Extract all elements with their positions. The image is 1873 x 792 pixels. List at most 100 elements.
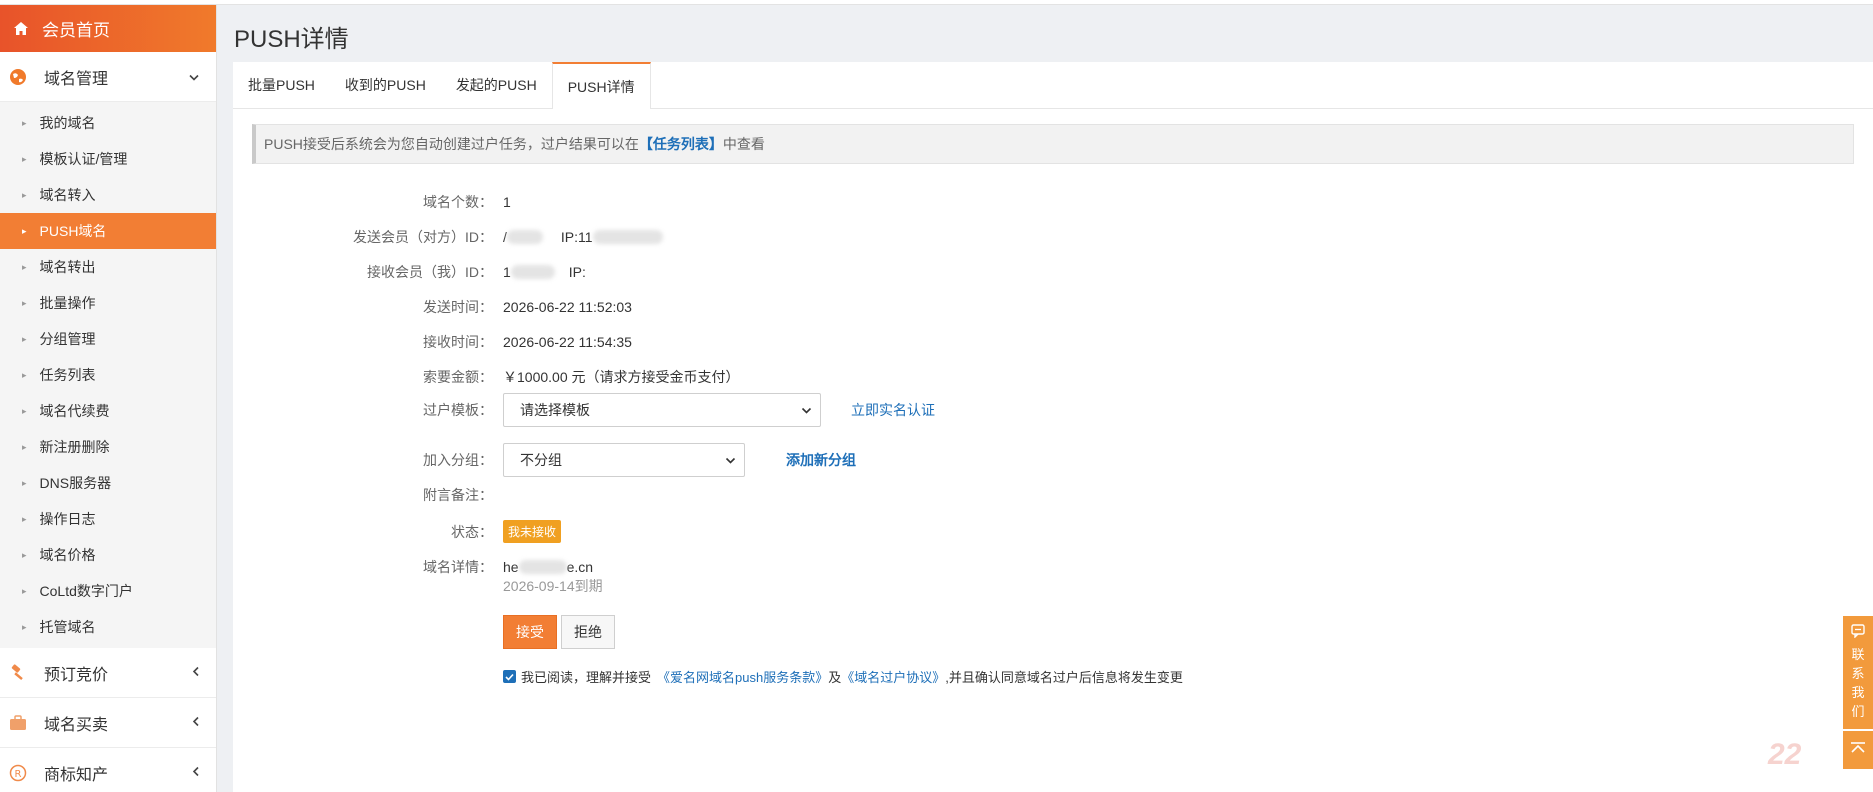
- sidebar-item-label: 批量操作: [39, 295, 96, 311]
- sidebar-item-new-delete[interactable]: ▸ 新注册删除: [0, 429, 216, 465]
- notice-text: PUSH接受后系统会为您自动创建过户任务，过户结果可以在: [264, 136, 639, 152]
- field-label: 接收时间：: [423, 334, 493, 350]
- status-badge: 我未接收: [503, 520, 562, 543]
- sidebar-home[interactable]: 会员首页: [0, 5, 216, 52]
- back-to-top-button[interactable]: [1843, 731, 1873, 769]
- row-remark: 附言备注：: [233, 485, 1873, 505]
- sidebar-item-label: 域名代续费: [39, 403, 110, 419]
- tab-received-push[interactable]: 收到的PUSH: [330, 62, 441, 108]
- sidebar-item-label: 域名转出: [39, 259, 96, 275]
- row-sender: 发送会员（对方）ID： / IP:11: [233, 227, 1873, 247]
- tab-push-detail[interactable]: PUSH详情: [551, 62, 651, 109]
- group-select[interactable]: 不分组: [503, 443, 745, 477]
- redacted-mask: [592, 230, 663, 244]
- caret-right-icon: ▸: [22, 621, 27, 632]
- chevron-down-icon: [188, 69, 200, 84]
- row-send-time: 发送时间： 2026-06-22 11:52:03: [233, 297, 1873, 317]
- agree-mid: 及: [828, 670, 842, 685]
- sidebar-group-trademark[interactable]: R 商标知产: [0, 748, 216, 792]
- contact-us-button[interactable]: 联系我们: [1843, 616, 1873, 729]
- receiver-id: 1: [503, 264, 511, 280]
- caret-right-icon: ▸: [22, 513, 27, 524]
- caret-right-icon: ▸: [22, 477, 27, 488]
- domain-prefix: he: [503, 559, 519, 575]
- contact-us-label: 联系我们: [1851, 647, 1865, 719]
- sidebar-item-label: 新注册删除: [39, 439, 110, 455]
- push-terms-link[interactable]: 《爱名网域名push服务条款》: [657, 667, 828, 686]
- tab-bar: 批量PUSH 收到的PUSH 发起的PUSH PUSH详情: [233, 62, 1873, 109]
- template-controls: 请选择模板 立即实名认证: [503, 393, 935, 427]
- reject-button[interactable]: 拒绝: [561, 615, 615, 649]
- row-status: 状态： 我未接收: [233, 520, 1873, 543]
- sidebar-item-coltd[interactable]: ▸ CoLtd数字门户: [0, 573, 216, 609]
- redacted-mask: [518, 560, 567, 574]
- tab-sent-push[interactable]: 发起的PUSH: [441, 62, 552, 108]
- sidebar-group-label: 商标知产: [44, 766, 109, 784]
- field-label: 索要金额：: [423, 369, 493, 385]
- sidebar-item-prices[interactable]: ▸ 域名价格: [0, 537, 216, 573]
- accept-button[interactable]: 接受: [503, 615, 557, 649]
- redacted-mask: [510, 265, 555, 279]
- row-domain-detail: 域名详情： he e.cn: [233, 557, 1873, 577]
- sidebar-group-label: 预订竞价: [44, 666, 109, 684]
- sidebar-item-label: 托管域名: [39, 619, 96, 635]
- tab-batch-push[interactable]: 批量PUSH: [233, 62, 330, 108]
- agree-checkbox[interactable]: [503, 670, 516, 683]
- sidebar-group-auction[interactable]: 预订竞价: [0, 648, 216, 698]
- sidebar-item-transfer-in[interactable]: ▸ 域名转入: [0, 177, 216, 213]
- add-group-link[interactable]: 添加新分组: [786, 450, 856, 470]
- sidebar-item-templates[interactable]: ▸ 模板认证/管理: [0, 141, 216, 177]
- caret-right-icon: ▸: [22, 441, 27, 452]
- globe-icon: [8, 67, 28, 87]
- sidebar-item-label: 域名转入: [39, 187, 96, 203]
- sidebar-item-renewal[interactable]: ▸ 域名代续费: [0, 393, 216, 429]
- agree-prefix: 我已阅读，理解并接受: [521, 670, 652, 685]
- transfer-agreement-link[interactable]: 《域名过户协议》: [841, 667, 945, 686]
- sidebar-submenu: ▸ 我的域名 ▸ 模板认证/管理 ▸ 域名转入 ▸ PUSH域名 ▸ 域名转出 ▸ 批量操作…: [0, 102, 216, 648]
- field-label: 过户模板：: [423, 402, 493, 418]
- caret-right-icon: ▸: [22, 189, 27, 200]
- recv-time-value: 2026-06-22 11:54:35: [503, 334, 632, 350]
- sender-value: / IP:11: [503, 229, 663, 245]
- sidebar-item-groups[interactable]: ▸ 分组管理: [0, 321, 216, 357]
- row-domain-expiry: 2026-09-14到期: [233, 576, 1873, 596]
- gavel-icon: [8, 663, 28, 683]
- sender-ip: IP:11: [560, 229, 593, 245]
- agreement-text: 我已阅读，理解并接受 《爱名网域名push服务条款》 及 《域名过户协议》 ,并…: [503, 667, 1183, 686]
- sidebar-item-push[interactable]: ▸ PUSH域名: [0, 213, 216, 249]
- group-controls: 不分组 添加新分组: [503, 443, 856, 477]
- sidebar-group-label: 域名管理: [44, 70, 109, 88]
- sidebar-item-logs[interactable]: ▸ 操作日志: [0, 501, 216, 537]
- field-label: 域名个数：: [423, 194, 493, 210]
- chevron-down-icon: [801, 403, 812, 417]
- domain-expiry: 2026-09-14到期: [503, 578, 603, 594]
- caret-right-icon: ▸: [22, 549, 27, 560]
- template-select[interactable]: 请选择模板: [503, 393, 821, 427]
- row-template: 过户模板： 请选择模板 立即实名认证: [233, 393, 1873, 427]
- row-agreement: 我已阅读，理解并接受 《爱名网域名push服务条款》 及 《域名过户协议》 ,并…: [233, 667, 1873, 686]
- sidebar-group-domain[interactable]: 域名管理: [0, 52, 216, 102]
- row-amount: 索要金额： ￥1000.00 元（请求方接受金币支付）: [233, 367, 1873, 387]
- send-time-value: 2026-06-22 11:52:03: [503, 299, 632, 315]
- amount-value: ￥1000.00 元（请求方接受金币支付）: [503, 369, 740, 385]
- sidebar-item-transfer-out[interactable]: ▸ 域名转出: [0, 249, 216, 285]
- chevron-left-icon: [192, 665, 200, 680]
- sidebar-item-label: 操作日志: [39, 511, 96, 527]
- sidebar-item-hosted[interactable]: ▸ 托管域名: [0, 609, 216, 645]
- status-value: 我未接收: [503, 520, 562, 543]
- sidebar-item-my-domains[interactable]: ▸ 我的域名: [0, 105, 216, 141]
- sidebar-item-dns[interactable]: ▸ DNS服务器: [0, 465, 216, 501]
- sidebar-group-trade[interactable]: 域名买卖: [0, 698, 216, 748]
- sidebar-item-tasks[interactable]: ▸ 任务列表: [0, 357, 216, 393]
- chevron-down-icon: [725, 453, 736, 467]
- caret-right-icon: ▸: [22, 261, 27, 272]
- verify-identity-link[interactable]: 立即实名认证: [851, 400, 935, 420]
- task-list-link[interactable]: 【任务列表】: [639, 134, 723, 154]
- arrow-up-icon: [1850, 741, 1866, 759]
- sidebar-item-batch[interactable]: ▸ 批量操作: [0, 285, 216, 321]
- row-actions: 接受 拒绝: [233, 615, 1873, 649]
- briefcase-icon: [8, 713, 28, 733]
- sidebar-item-label: 分组管理: [39, 331, 96, 347]
- sidebar-item-label: 域名价格: [39, 547, 96, 563]
- sidebar-group-label: 域名买卖: [44, 716, 109, 734]
